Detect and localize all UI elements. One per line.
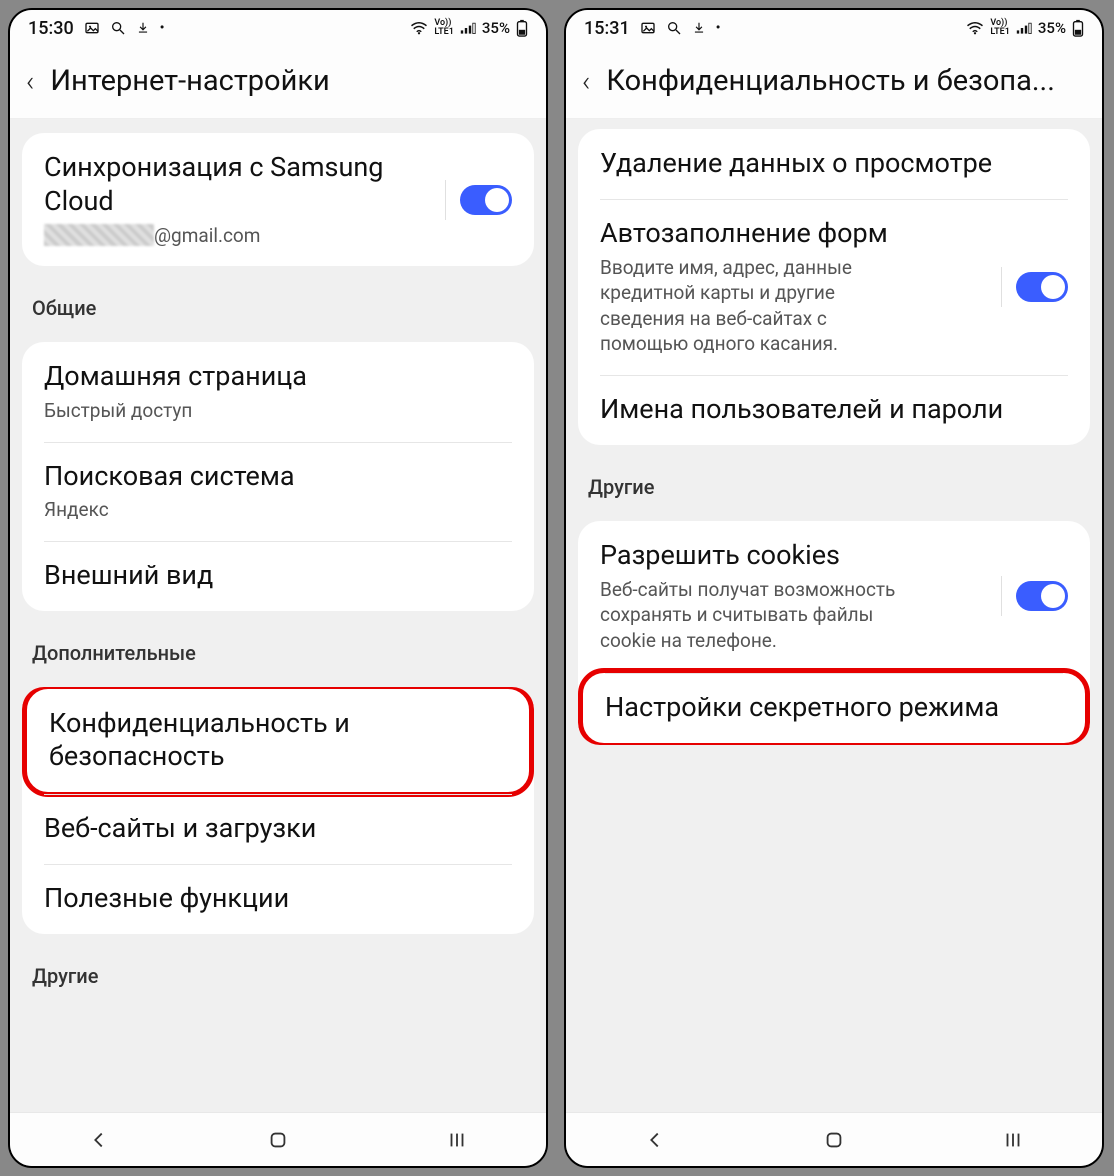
toggle-sync[interactable]	[460, 185, 512, 215]
page-header: ‹ Конфиденциальность и безопа...	[566, 46, 1102, 119]
nav-recents[interactable]	[983, 1129, 1043, 1151]
settings-list[interactable]: Удаление данных о просмотре Автозаполнен…	[566, 119, 1102, 1112]
search-icon	[110, 20, 126, 36]
wifi-icon	[966, 21, 984, 35]
row-homepage[interactable]: Домашняя страница Быстрый доступ	[22, 342, 534, 441]
section-other: Другие	[10, 948, 546, 996]
signal-icon	[1016, 21, 1032, 35]
battery-percent: 35%	[1038, 19, 1066, 37]
download-icon	[692, 20, 706, 36]
status-bar: 15:31 • Vo))LTE1 35%	[566, 10, 1102, 46]
image-icon	[84, 20, 100, 36]
phone-right: 15:31 • Vo))LTE1 35%	[564, 8, 1104, 1168]
download-icon	[136, 20, 150, 36]
row-privacy-security[interactable]: Конфиденциальность и безопасность	[22, 687, 534, 798]
nav-recents[interactable]	[427, 1129, 487, 1151]
nav-home[interactable]	[804, 1129, 864, 1151]
row-usernames-passwords[interactable]: Имена пользователей и пароли	[578, 375, 1090, 445]
section-other: Другие	[566, 459, 1102, 507]
volte-icon: Vo))LTE1	[990, 19, 1010, 37]
row-allow-cookies[interactable]: Разрешить cookies Веб-сайты получат возм…	[578, 521, 1090, 672]
dot-icon: •	[716, 20, 721, 36]
image-icon	[640, 20, 656, 36]
section-advanced: Дополнительные	[10, 625, 546, 673]
nav-back[interactable]	[69, 1129, 129, 1151]
nav-home[interactable]	[248, 1129, 308, 1151]
row-title: Синхронизация с Samsung Cloud	[44, 151, 431, 219]
row-delete-browsing-data[interactable]: Удаление данных о просмотре	[578, 129, 1090, 199]
redacted-email-prefix	[44, 224, 154, 246]
row-sync-samsung-cloud[interactable]: Синхронизация с Samsung Cloud @gmail.com	[22, 133, 534, 266]
row-useful-features[interactable]: Полезные функции	[22, 864, 534, 934]
battery-icon	[1072, 19, 1084, 37]
settings-list[interactable]: Синхронизация с Samsung Cloud @gmail.com…	[10, 119, 546, 1112]
status-bar: 15:30 • Vo))LTE1 35%	[10, 10, 546, 46]
page-title: Интернет-настройки	[50, 64, 329, 98]
status-time: 15:30	[28, 18, 74, 39]
volte-icon: Vo))LTE1	[434, 19, 454, 37]
back-icon[interactable]: ‹	[26, 65, 34, 98]
toggle-cookies[interactable]	[1016, 581, 1068, 611]
row-secret-mode-settings[interactable]: Настройки секретного режима	[578, 668, 1090, 745]
search-icon	[666, 20, 682, 36]
toggle-autofill[interactable]	[1016, 272, 1068, 302]
row-appearance[interactable]: Внешний вид	[22, 541, 534, 611]
phone-left: 15:30 • Vo))LTE1 35%	[8, 8, 548, 1168]
back-icon[interactable]: ‹	[582, 65, 590, 98]
row-search-engine[interactable]: Поисковая система Яндекс	[22, 442, 534, 541]
nav-bar	[10, 1112, 546, 1166]
page-title: Конфиденциальность и безопа...	[606, 64, 1055, 98]
row-subtitle: @gmail.com	[44, 223, 431, 249]
wifi-icon	[410, 21, 428, 35]
status-time: 15:31	[584, 18, 630, 39]
page-header: ‹ Интернет-настройки	[10, 46, 546, 119]
section-general: Общие	[10, 280, 546, 328]
battery-icon	[516, 19, 528, 37]
signal-icon	[460, 21, 476, 35]
nav-bar	[566, 1112, 1102, 1166]
nav-back[interactable]	[625, 1129, 685, 1151]
row-autofill-forms[interactable]: Автозаполнение форм Вводите имя, адрес, …	[578, 199, 1090, 375]
battery-percent: 35%	[482, 19, 510, 37]
dot-icon: •	[160, 20, 165, 36]
row-sites-downloads[interactable]: Веб-сайты и загрузки	[22, 794, 534, 864]
